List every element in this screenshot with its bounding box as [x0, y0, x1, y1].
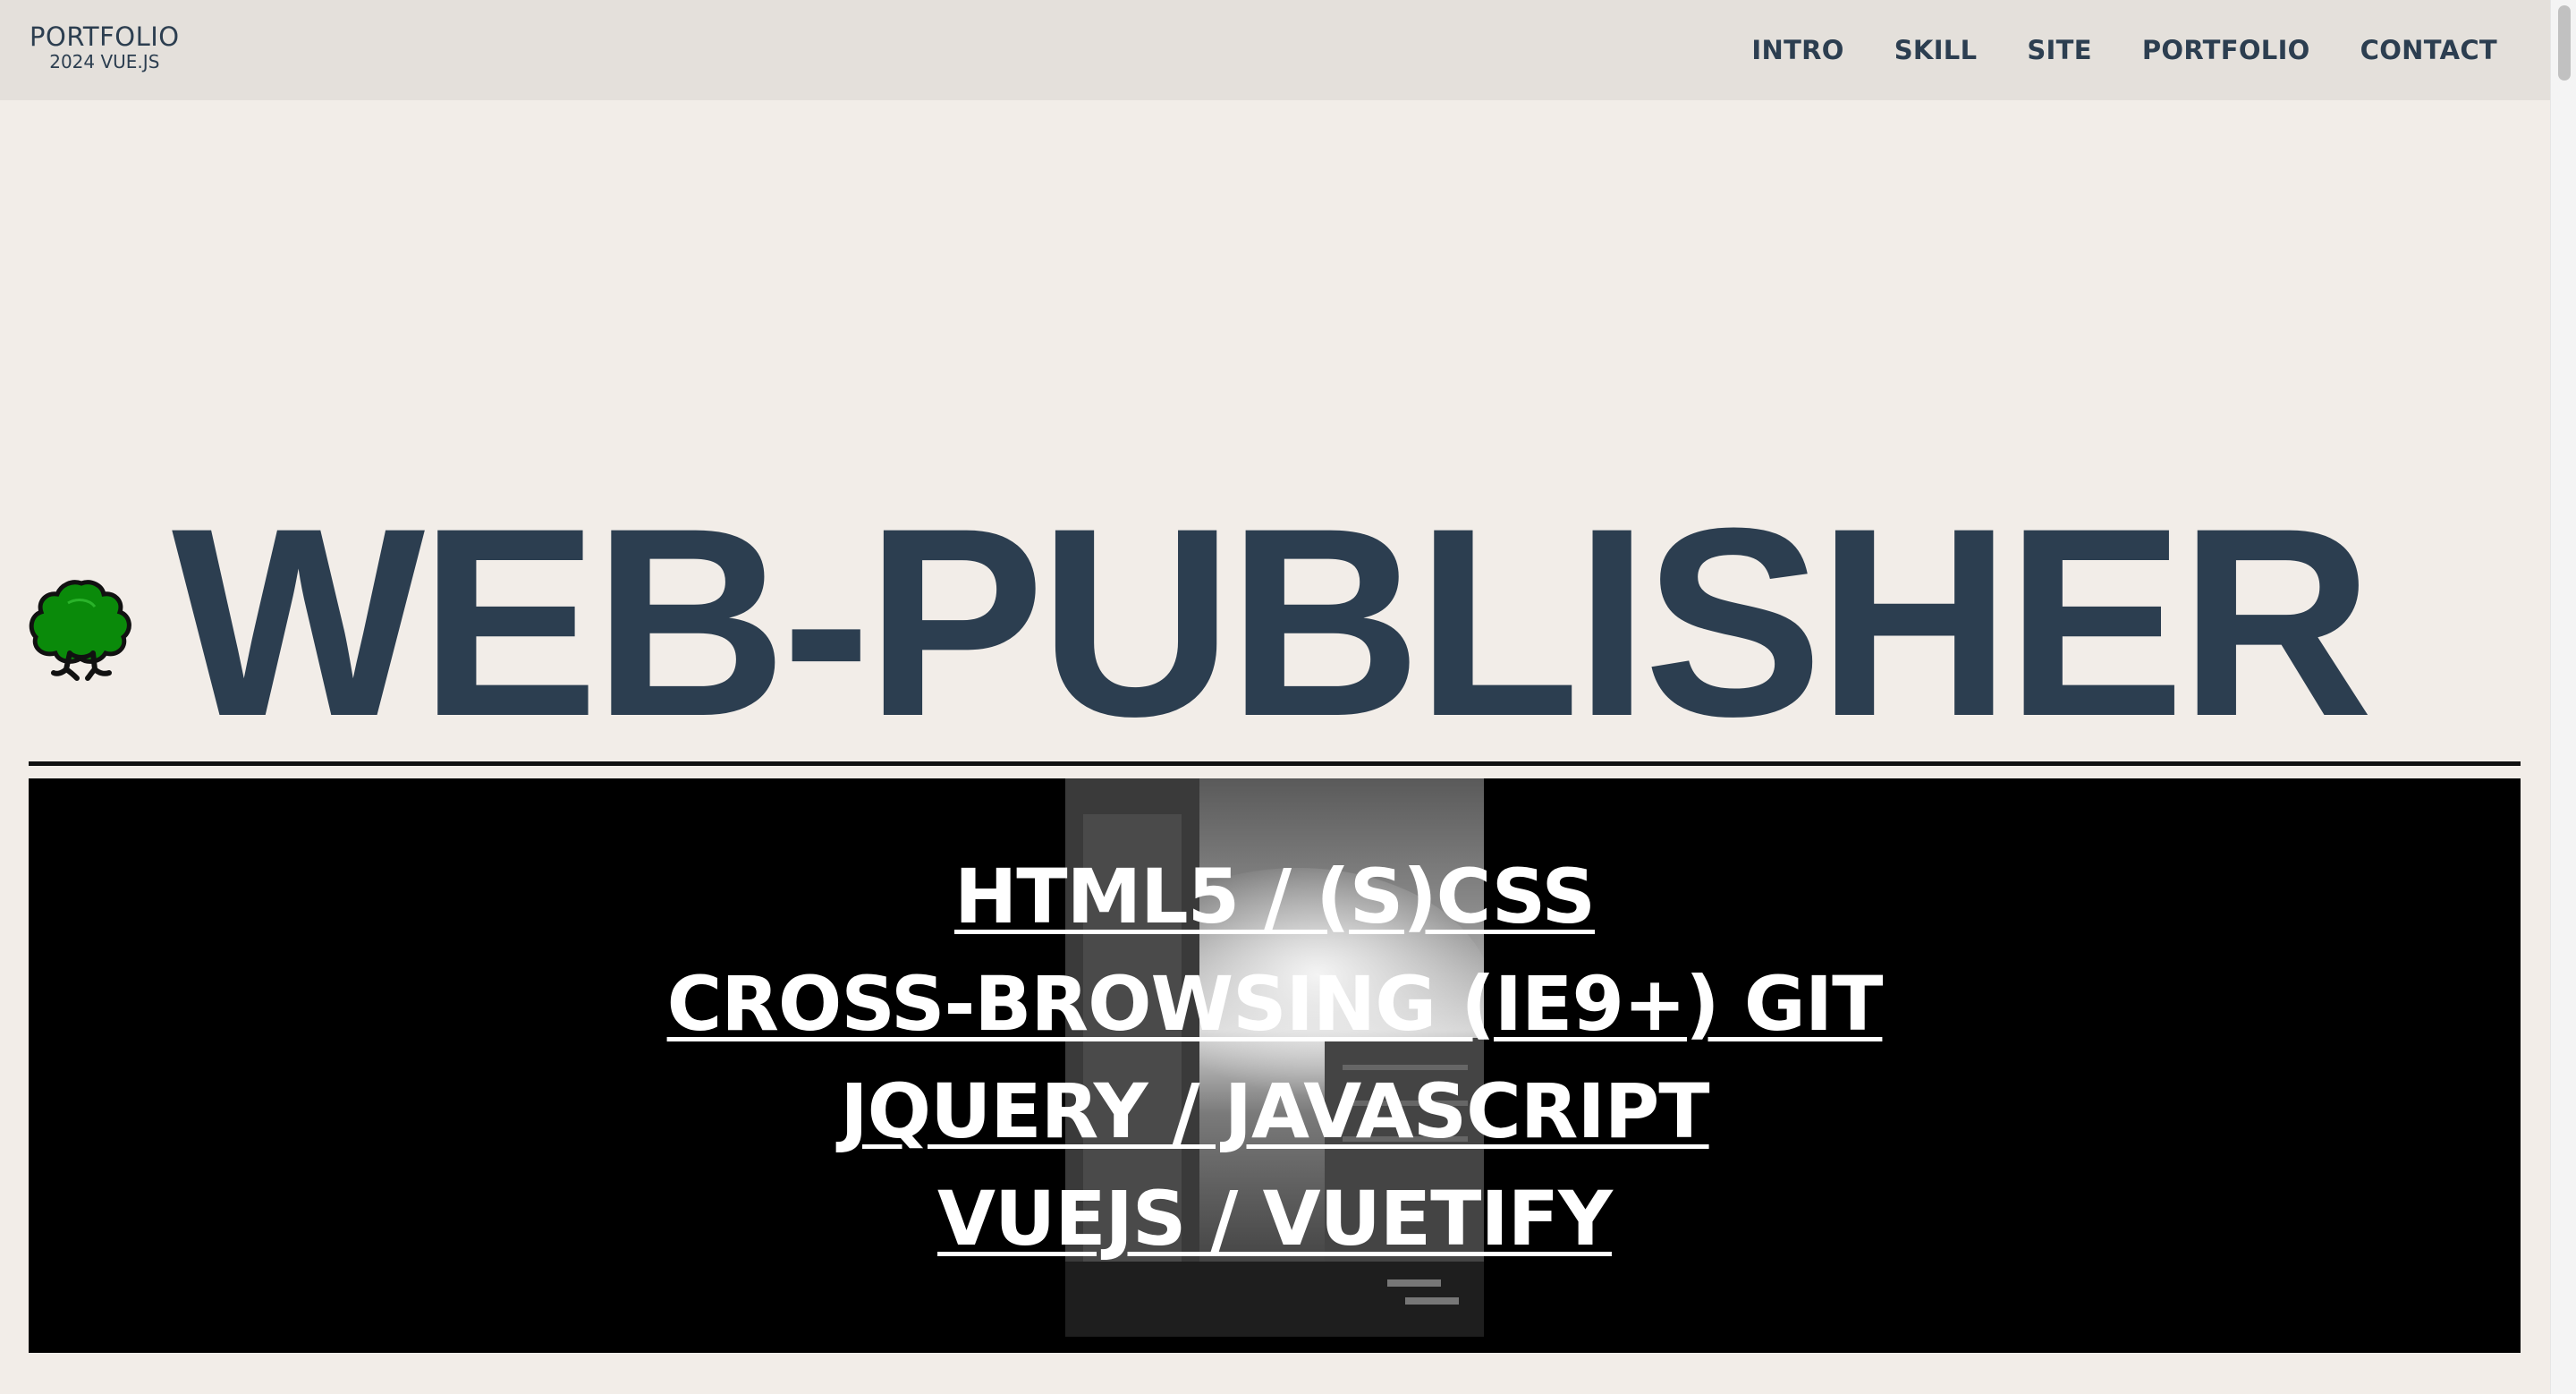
skills-section: HTML5 / (S)CSS CROSS-BROWSING (IE9+) GIT…	[29, 778, 2521, 1353]
site-logo[interactable]: PORTFOLIO 2024 VUE.JS	[30, 21, 180, 72]
list-item: CROSS-BROWSING (IE9+) GIT	[29, 950, 2521, 1058]
skill-link-vuejs-vuetify[interactable]: VUEJS / VUETIFY	[937, 1175, 1613, 1262]
nav-item-intro[interactable]: INTRO	[1751, 35, 1843, 65]
top-navigation-bar: PORTFOLIO 2024 VUE.JS INTRO SKILL SITE P…	[0, 0, 2550, 100]
list-item: JQUERY / JAVASCRIPT	[29, 1058, 2521, 1165]
skill-list: HTML5 / (S)CSS CROSS-BROWSING (IE9+) GIT…	[29, 843, 2521, 1272]
list-item: HTML5 / (S)CSS	[29, 843, 2521, 950]
hero-title: WEB-PUBLISHER	[172, 472, 2373, 772]
skill-link-html-css[interactable]: HTML5 / (S)CSS	[954, 853, 1596, 940]
scrollbar-thumb[interactable]	[2558, 5, 2571, 81]
page: PORTFOLIO 2024 VUE.JS INTRO SKILL SITE P…	[0, 0, 2576, 1394]
divider	[29, 761, 2521, 766]
logo-title: PORTFOLIO	[30, 21, 180, 52]
list-item: VUEJS / VUETIFY	[29, 1165, 2521, 1272]
logo-subtitle: 2024 VUE.JS	[49, 51, 160, 72]
nav-item-skill[interactable]: SKILL	[1894, 35, 1978, 65]
hero-heading: WEB-PUBLISHER	[27, 488, 2373, 756]
tree-icon	[29, 580, 131, 681]
vertical-scrollbar[interactable]	[2550, 0, 2576, 1394]
skill-link-jquery-javascript[interactable]: JQUERY / JAVASCRIPT	[840, 1067, 1709, 1155]
skill-link-cross-browsing-git[interactable]: CROSS-BROWSING (IE9+) GIT	[667, 960, 1884, 1048]
main-nav: INTRO SKILL SITE PORTFOLIO CONTACT	[1701, 0, 2497, 100]
nav-item-contact[interactable]: CONTACT	[2360, 35, 2497, 65]
nav-item-portfolio[interactable]: PORTFOLIO	[2142, 35, 2310, 65]
nav-item-site[interactable]: SITE	[2027, 35, 2091, 65]
